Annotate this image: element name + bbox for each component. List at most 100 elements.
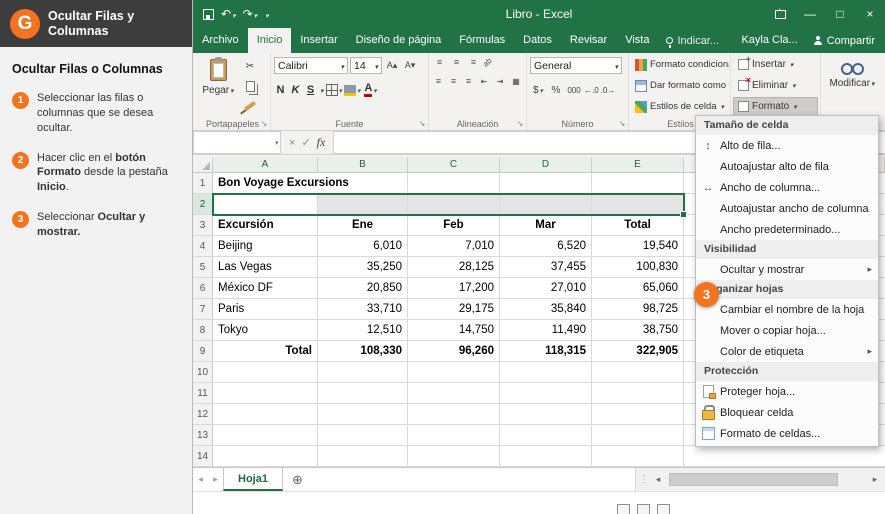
align-right-button[interactable]: ≡ [462, 76, 475, 86]
cell-C6[interactable]: 17,200 [408, 278, 500, 299]
underline-dropdown-icon[interactable] [319, 85, 324, 96]
row-header-4[interactable]: 4 [193, 236, 213, 257]
row-header-11[interactable]: 11 [193, 383, 213, 404]
cell-E3[interactable]: Total [592, 215, 684, 236]
insert-cells-button[interactable]: Insertar [733, 55, 818, 74]
enter-formula-button[interactable]: ✓ [301, 136, 310, 149]
borders-button[interactable] [326, 82, 343, 98]
cell-A4[interactable]: Beijing [213, 236, 318, 257]
cell-D5[interactable]: 37,455 [500, 257, 592, 278]
row-header-10[interactable]: 10 [193, 362, 213, 383]
cell-B7[interactable]: 33,710 [318, 299, 408, 320]
clipboard-dialog-launcher[interactable]: ↘ [259, 120, 269, 128]
sheet-nav-left-icon[interactable]: ◂ [193, 474, 208, 485]
cell-B9[interactable]: 108,330 [318, 341, 408, 362]
bold-button[interactable]: N [274, 84, 287, 96]
cell-E5[interactable]: 100,830 [592, 257, 684, 278]
cell-C14[interactable] [408, 446, 500, 467]
cell-D2[interactable] [500, 194, 592, 215]
cell-E14[interactable] [592, 446, 684, 467]
cell-B10[interactable] [318, 362, 408, 383]
shrink-font-button[interactable]: A▾ [402, 58, 418, 74]
cell-D1[interactable] [500, 173, 592, 194]
orientation-button[interactable]: ab [481, 56, 494, 69]
cell-B8[interactable]: 12,510 [318, 320, 408, 341]
menu-item[interactable]: Autoajustar ancho de columna [696, 198, 878, 219]
comma-style-button[interactable]: 000 [566, 82, 582, 98]
cell-C10[interactable] [408, 362, 500, 383]
align-top-button[interactable]: ≡ [432, 57, 447, 67]
cell-B4[interactable]: 6,010 [318, 236, 408, 257]
cell-E6[interactable]: 65,060 [592, 278, 684, 299]
decrease-indent-button[interactable]: ⇤ [477, 77, 491, 86]
cell-D4[interactable]: 6,520 [500, 236, 592, 257]
cell-A12[interactable] [213, 404, 318, 425]
cell-E10[interactable] [592, 362, 684, 383]
scrollbar-splitter[interactable]: ⋮ [639, 474, 649, 485]
cell-B5[interactable]: 35,250 [318, 257, 408, 278]
cell-A2[interactable] [213, 194, 318, 215]
insert-function-button[interactable]: fx [317, 135, 326, 150]
scrollbar-track[interactable] [667, 473, 866, 486]
cell-A8[interactable]: Tokyo [213, 320, 318, 341]
scroll-left-icon[interactable]: ◂ [651, 474, 665, 485]
sheet-nav-right-icon[interactable]: ▸ [208, 474, 223, 485]
cell-B6[interactable]: 20,850 [318, 278, 408, 299]
align-center-button[interactable]: ≡ [447, 76, 460, 86]
cell-A13[interactable] [213, 425, 318, 446]
percent-style-button[interactable]: % [548, 82, 564, 98]
cell-styles-button[interactable]: Estilos de celda [632, 97, 729, 116]
row-header-5[interactable]: 5 [193, 257, 213, 278]
tab-inicio[interactable]: Inicio [248, 28, 292, 53]
cell-C12[interactable] [408, 404, 500, 425]
alignment-dialog-launcher[interactable]: ↘ [515, 120, 525, 128]
cell-A14[interactable] [213, 446, 318, 467]
underline-button[interactable]: S [304, 84, 317, 96]
cell-C11[interactable] [408, 383, 500, 404]
col-header-E[interactable]: E [592, 157, 684, 173]
tab-vista[interactable]: Vista [616, 28, 658, 53]
format-as-table-button[interactable]: Dar formato como tabla [632, 76, 729, 95]
font-dialog-launcher[interactable]: ↘ [417, 120, 427, 128]
menu-item[interactable]: Mover o copiar hoja... [696, 320, 878, 341]
cell-D6[interactable]: 27,010 [500, 278, 592, 299]
cell-A10[interactable] [213, 362, 318, 383]
col-header-D[interactable]: D [500, 157, 592, 173]
format-painter-button[interactable] [242, 98, 258, 114]
cell-D12[interactable] [500, 404, 592, 425]
cell-C5[interactable]: 28,125 [408, 257, 500, 278]
align-middle-button[interactable]: ≡ [449, 57, 464, 67]
menu-item[interactable]: Formato de celdas... [696, 423, 878, 444]
select-all-corner[interactable] [193, 157, 213, 173]
cell-E13[interactable] [592, 425, 684, 446]
tab-formulas[interactable]: Fórmulas [450, 28, 514, 53]
menu-item[interactable]: Alto de fila... [696, 135, 878, 156]
cell-D13[interactable] [500, 425, 592, 446]
cell-A6[interactable]: México DF [213, 278, 318, 299]
scroll-right-icon[interactable]: ▸ [868, 474, 882, 485]
font-size-select[interactable]: 14 [350, 57, 382, 74]
close-button[interactable]: × [855, 0, 885, 28]
cell-A1[interactable]: Bon Voyage Excursions [213, 173, 408, 194]
new-sheet-button[interactable]: ⊕ [292, 472, 303, 488]
cell-A9[interactable]: Total [213, 341, 318, 362]
font-color-button[interactable]: A [363, 82, 379, 98]
row-header-13[interactable]: 13 [193, 425, 213, 446]
menu-item[interactable]: Proteger hoja... [696, 381, 878, 402]
cell-C13[interactable] [408, 425, 500, 446]
ribbon-display-options-button[interactable] [765, 0, 795, 28]
customize-qat-button[interactable] [264, 7, 269, 21]
cell-D11[interactable] [500, 383, 592, 404]
menu-item[interactable]: Cambiar el nombre de la hoja [696, 299, 878, 320]
menu-item[interactable]: Ancho predeterminado... [696, 219, 878, 240]
share-button[interactable]: Compartir [806, 28, 885, 53]
row-header-8[interactable]: 8 [193, 320, 213, 341]
menu-item[interactable]: Autoajustar alto de fila [696, 156, 878, 177]
cut-button[interactable]: ✂ [242, 58, 258, 74]
cancel-formula-button[interactable]: × [289, 137, 295, 149]
number-dialog-launcher[interactable]: ↘ [617, 120, 627, 128]
cell-B11[interactable] [318, 383, 408, 404]
view-page-break-button[interactable] [657, 504, 670, 514]
cell-C7[interactable]: 29,175 [408, 299, 500, 320]
menu-item[interactable]: Bloquear celda [696, 402, 878, 423]
